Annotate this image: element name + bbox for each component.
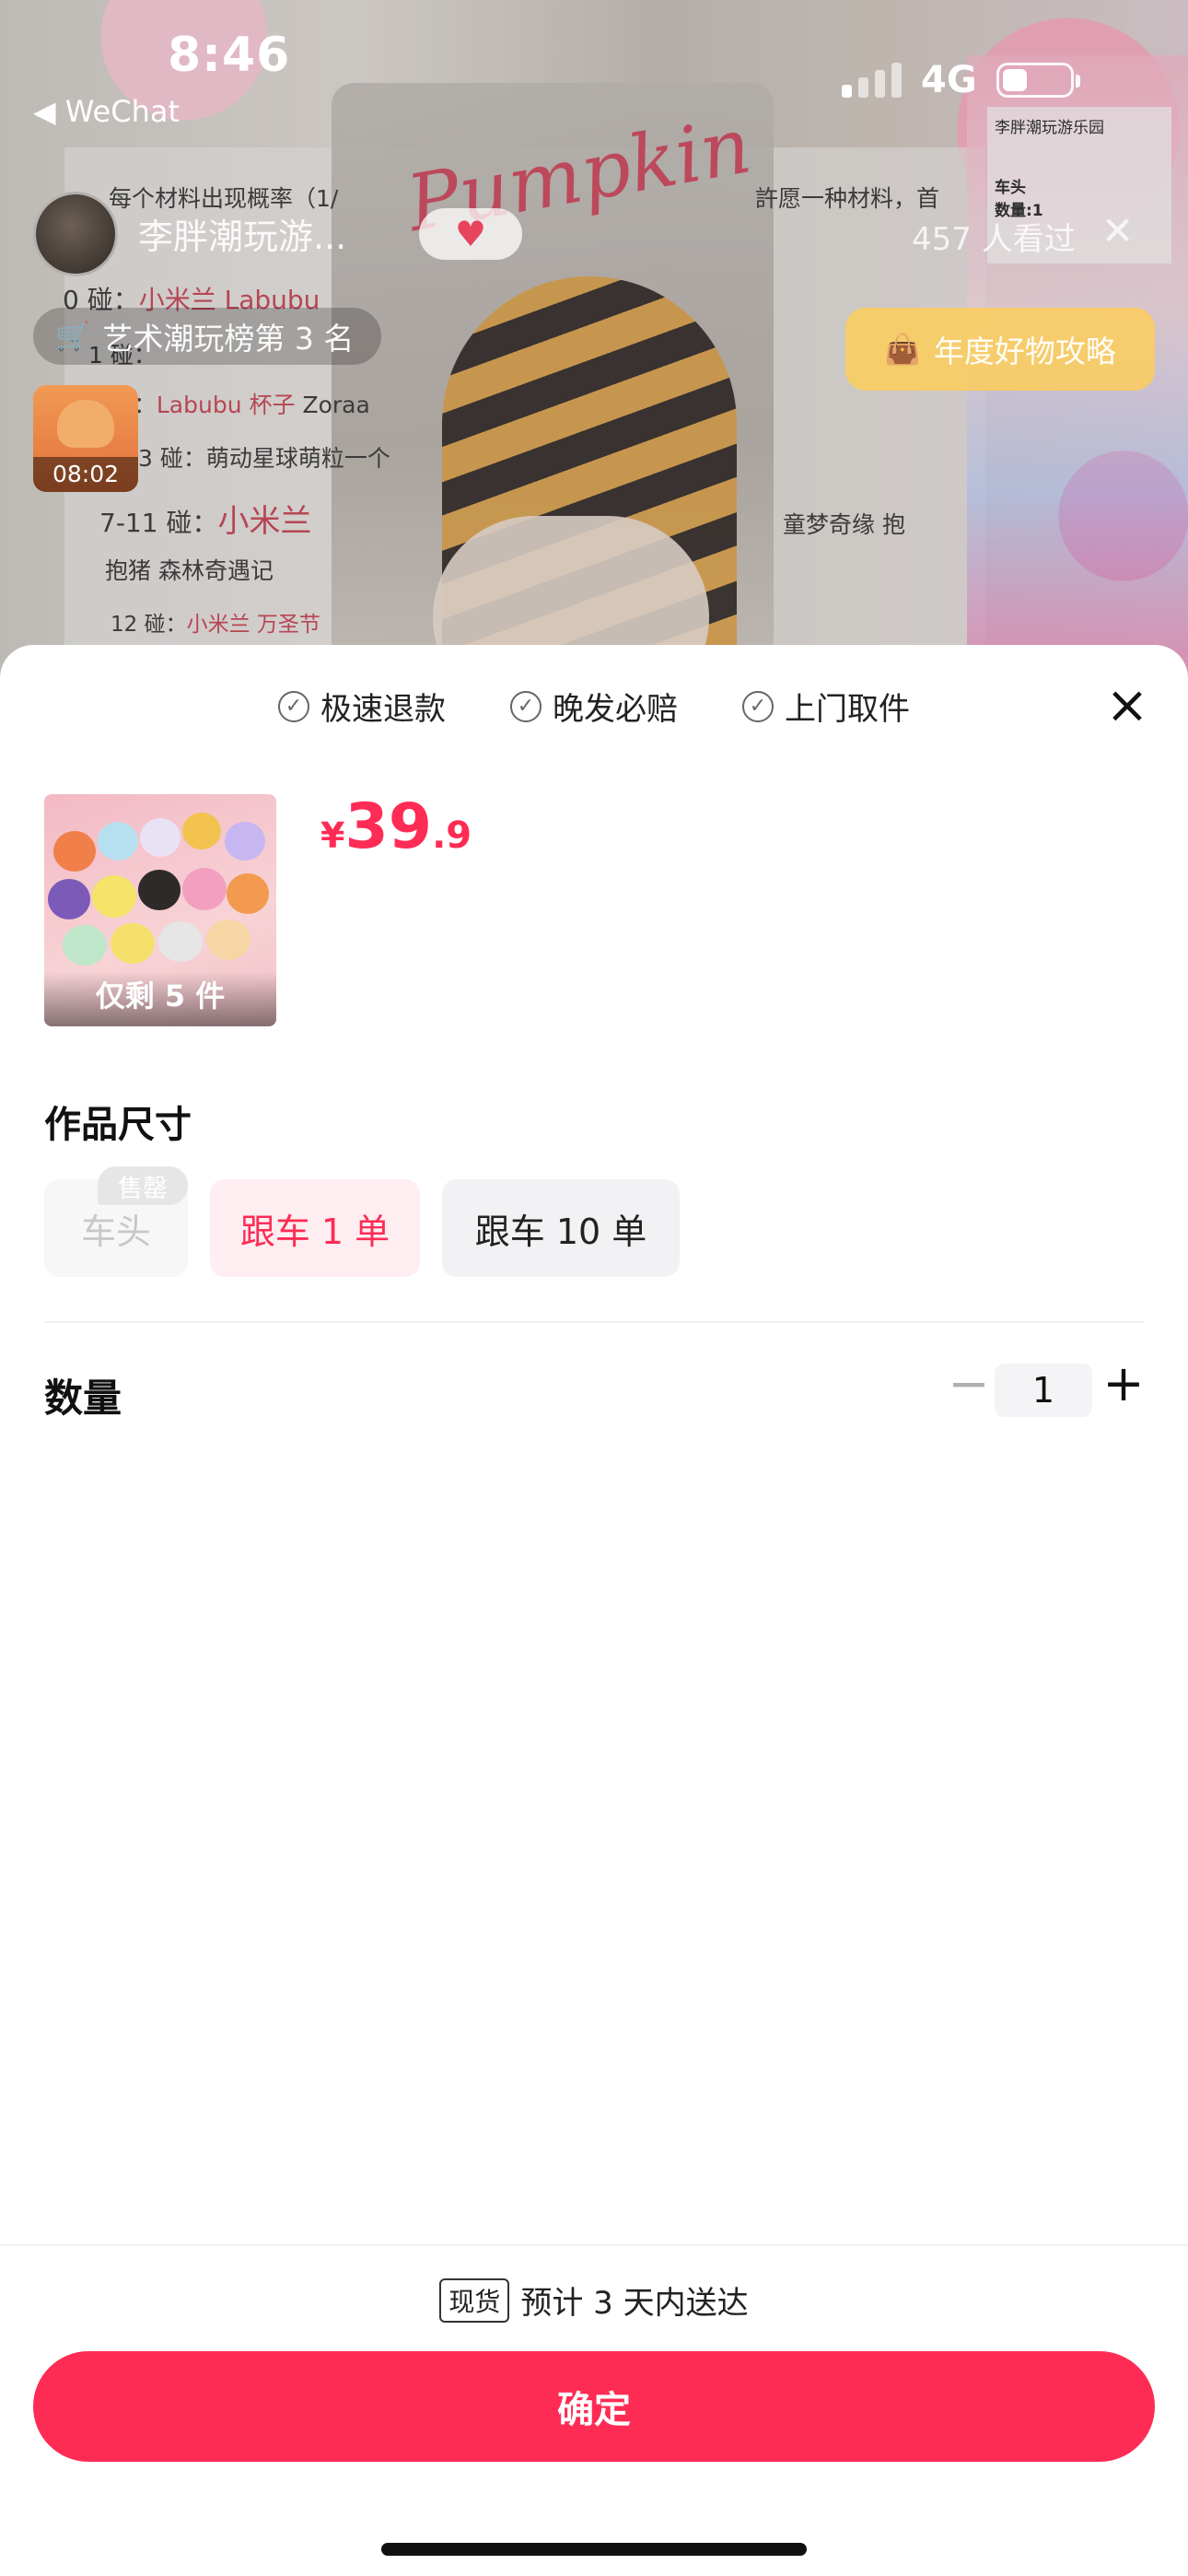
stock-remaining: 仅剩 5 件: [44, 971, 276, 1026]
sku-selection-sheet: ✓ 极速退款 ✓ 晚发必赔 ✓ 上门取件 × 仅剩 5 件 ¥39.9 作品尺寸: [0, 645, 1188, 2576]
rank-badge-label: 艺术潮玩榜第 3 名: [102, 321, 355, 357]
annual-guide-label: 年度好物攻略: [933, 334, 1116, 369]
quantity-minus-button[interactable]: −: [943, 1354, 995, 1413]
option-label: 跟车 1 单: [239, 1211, 390, 1252]
cart-icon: 🛒: [55, 320, 90, 353]
option-chetou-soldout[interactable]: 车头 售罄: [44, 1166, 188, 1277]
live-stream-background: Pumpkin 每个材料出现概率（1/ 許愿一种材料，首 0 碰：小米兰 Lab…: [0, 0, 1188, 682]
size-section-title: 作品尺寸: [44, 1104, 192, 1146]
home-indicator[interactable]: [381, 2543, 807, 2556]
lucky-bag-image: [57, 400, 114, 448]
delivery-estimate: 预计 3 天内送达: [520, 2285, 749, 2322]
option-follow-10[interactable]: 跟车 10 单: [442, 1179, 680, 1277]
product-thumbnail[interactable]: 仅剩 5 件: [44, 794, 276, 1026]
option-label: 车头: [80, 1211, 151, 1252]
price-currency: ¥: [320, 815, 345, 856]
check-circle-icon: ✓: [510, 690, 542, 722]
guarantee-fast-refund: ✓ 极速退款: [278, 684, 446, 729]
soldout-tag: 售罄: [98, 1166, 188, 1205]
follow-button[interactable]: ♥: [419, 208, 522, 260]
service-guarantees: ✓ 极速退款 ✓ 晚发必赔 ✓ 上门取件: [0, 684, 1188, 729]
footer-divider: [0, 2244, 1188, 2246]
annual-guide-button[interactable]: 👜 年度好物攻略: [845, 308, 1155, 391]
network-type: 4G: [921, 59, 977, 101]
back-arrow-icon: ◀: [33, 94, 56, 129]
status-time: 8:46: [168, 28, 291, 83]
quantity-label: 数量: [44, 1376, 122, 1421]
confirm-button[interactable]: 确定: [33, 2351, 1155, 2462]
rank-badge[interactable]: 🛒 艺术潮玩榜第 3 名: [33, 308, 382, 365]
check-circle-icon: ✓: [278, 690, 309, 722]
heart-icon: ♥: [454, 214, 487, 254]
product-price: ¥39.9: [320, 790, 472, 863]
mini-product-card[interactable]: 08:02: [33, 385, 138, 492]
guarantee-late-compensation: ✓ 晚发必赔: [510, 684, 678, 729]
check-circle-icon: ✓: [742, 690, 774, 722]
close-icon[interactable]: ✕: [1101, 208, 1134, 253]
delivery-info: 现货 预计 3 天内送达: [0, 2277, 1188, 2323]
host-avatar[interactable]: [33, 192, 118, 276]
guarantee-door-pickup: ✓ 上门取件: [742, 684, 910, 729]
host-name[interactable]: 李胖潮玩游...: [138, 208, 346, 259]
close-sheet-icon[interactable]: ×: [1101, 680, 1153, 732]
option-follow-1-selected[interactable]: 跟车 1 单: [210, 1179, 420, 1277]
shopping-bag-icon: 👜: [884, 332, 921, 367]
countdown-timer: 08:02: [33, 457, 138, 492]
back-to-wechat[interactable]: ◀ WeChat: [33, 94, 180, 129]
price-decimal: .9: [432, 814, 472, 857]
battery-icon: [996, 63, 1080, 98]
guarantee-label: 晚发必赔: [553, 691, 678, 728]
back-app-label: WeChat: [64, 94, 181, 129]
quantity-plus-button[interactable]: +: [1098, 1354, 1149, 1413]
viewer-count: 457 人看过: [912, 221, 1076, 258]
option-label: 跟车 10 单: [474, 1211, 647, 1252]
price-integer: 39: [344, 790, 433, 863]
guarantee-label: 极速退款: [320, 691, 446, 728]
guarantee-label: 上门取件: [785, 691, 910, 728]
quantity-input[interactable]: 1: [995, 1364, 1092, 1417]
signal-icon: [842, 61, 906, 98]
in-stock-badge: 现货: [439, 2277, 510, 2323]
section-divider: [44, 1321, 1144, 1323]
